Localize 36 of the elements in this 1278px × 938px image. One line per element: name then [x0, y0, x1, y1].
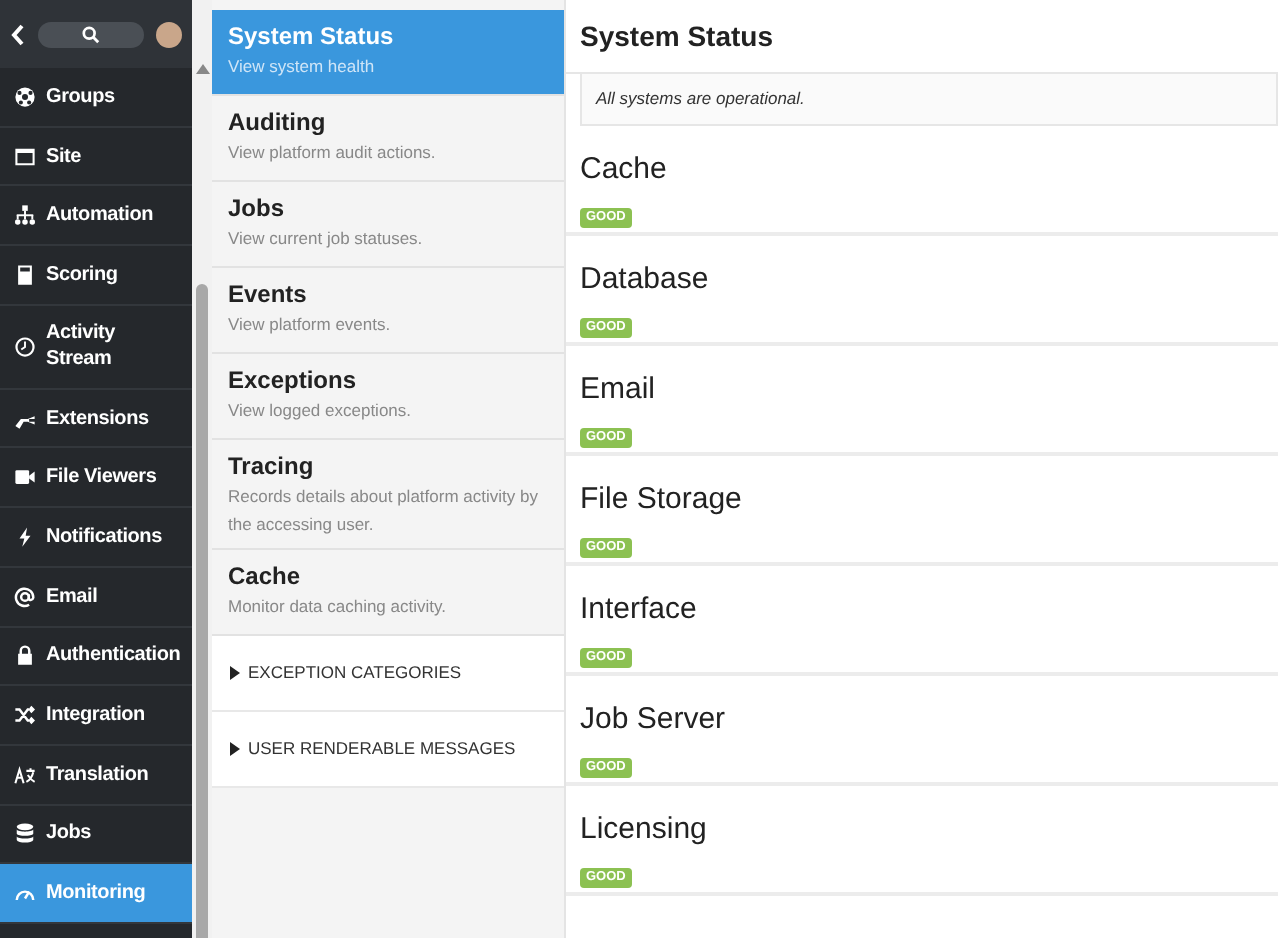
section-toggle[interactable]: USER RENDERABLE MESSAGES [212, 712, 564, 788]
component-name: Email [580, 372, 658, 408]
translation-icon [14, 763, 36, 786]
lightning-icon [14, 525, 36, 548]
component-name: Interface [580, 592, 699, 628]
triangle-icon [228, 742, 242, 756]
back-icon[interactable] [10, 23, 26, 45]
hierarchy-icon [14, 204, 36, 227]
at-sign-icon [14, 585, 36, 608]
database-icon [14, 822, 36, 845]
subnav-item[interactable]: Jobs View current job statuses. [212, 182, 564, 268]
subnav-item[interactable]: Exceptions View logged exceptions. [212, 354, 564, 440]
component-name: File Storage [580, 482, 744, 518]
status-message: All systems are operational. [580, 74, 1278, 126]
subnav-item[interactable]: Events View platform events. [212, 268, 564, 354]
clock-icon [14, 335, 36, 358]
avatar-icon[interactable] [156, 21, 182, 47]
section-toggle[interactable]: EXCEPTION CATEGORIES [212, 636, 564, 712]
lock-icon [14, 644, 36, 667]
scrollbar-thumb[interactable] [196, 284, 208, 938]
search-field[interactable] [38, 21, 144, 47]
component-name: Database [580, 262, 711, 298]
subnav-item[interactable]: Auditing View platform audit actions. [212, 96, 564, 182]
triangle-icon [228, 666, 242, 680]
scroll-up-icon[interactable] [195, 64, 209, 74]
calculator-icon [14, 263, 36, 286]
component-name: Licensing [580, 812, 709, 848]
component-name: Job Server [580, 702, 728, 738]
window-icon [14, 145, 36, 168]
scrollbar[interactable] [192, 0, 212, 938]
subnav-item[interactable]: Tracing Records details about platform activity by the accessing user. [212, 440, 564, 550]
component-name: Cache [580, 152, 669, 188]
groups-icon [14, 85, 36, 108]
search-icon [82, 25, 100, 43]
shuffle-icon [14, 704, 36, 727]
video-camera-icon [14, 466, 36, 489]
